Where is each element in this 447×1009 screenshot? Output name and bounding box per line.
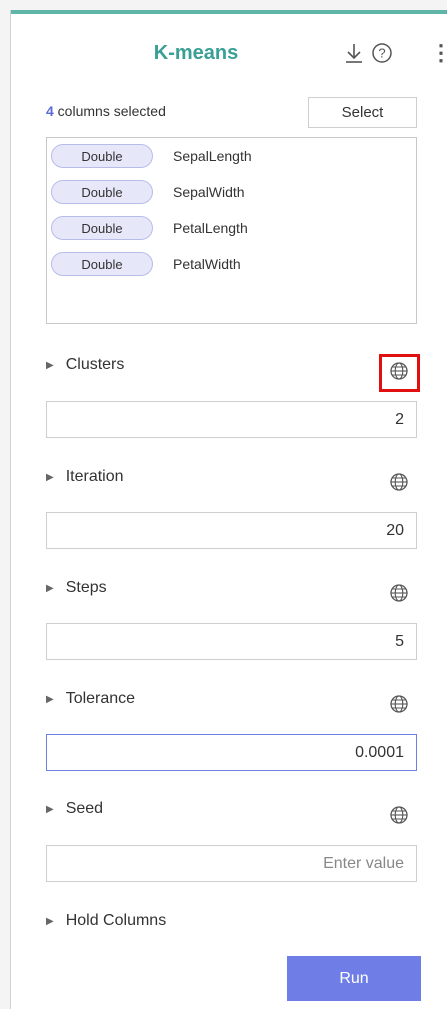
- column-name: PetalLength: [173, 220, 248, 236]
- tolerance-section-toggle[interactable]: ▶ Tolerance: [46, 690, 135, 708]
- columns-selected-count: 4 columns selected: [46, 103, 166, 119]
- svg-text:?: ?: [378, 46, 385, 61]
- column-type-badge: Double: [51, 216, 153, 240]
- help-icon[interactable]: ?: [371, 42, 393, 69]
- caret-right-icon: ▶: [46, 915, 54, 927]
- list-item: Double SepalLength: [51, 143, 252, 169]
- globe-icon[interactable]: [389, 694, 409, 719]
- tolerance-label: Tolerance: [65, 690, 136, 707]
- globe-icon[interactable]: [389, 583, 409, 608]
- hold-columns-label: Hold Columns: [65, 912, 167, 929]
- tolerance-input[interactable]: [46, 734, 417, 771]
- seed-input[interactable]: [46, 845, 417, 882]
- column-name: PetalWidth: [173, 256, 241, 272]
- panel-title: K-means: [153, 42, 239, 64]
- steps-section-toggle[interactable]: ▶ Steps: [46, 579, 107, 597]
- steps-input[interactable]: [46, 623, 417, 660]
- kmeans-panel: K-means ? ⋮ 4 columns selected Select Do…: [10, 10, 447, 1009]
- iteration-section-toggle[interactable]: ▶ Iteration: [46, 468, 124, 486]
- column-type-badge: Double: [51, 252, 153, 276]
- hold-columns-section-toggle[interactable]: ▶ Hold Columns: [46, 912, 166, 930]
- more-vertical-icon[interactable]: ⋮: [430, 40, 447, 66]
- caret-right-icon: ▶: [46, 693, 54, 705]
- caret-right-icon: ▶: [46, 359, 54, 371]
- caret-right-icon: ▶: [46, 582, 54, 594]
- list-item: Double PetalLength: [51, 215, 248, 241]
- column-name: SepalLength: [173, 148, 252, 164]
- download-icon[interactable]: [343, 42, 365, 69]
- columns-count-number: 4: [46, 103, 54, 119]
- column-type-badge: Double: [51, 180, 153, 204]
- seed-section-toggle[interactable]: ▶ Seed: [46, 800, 103, 818]
- caret-right-icon: ▶: [46, 471, 54, 483]
- highlight-box: [379, 354, 420, 392]
- list-item: Double PetalWidth: [51, 251, 241, 277]
- select-columns-button[interactable]: Select: [308, 97, 417, 128]
- run-button[interactable]: Run: [287, 956, 421, 1001]
- column-name: SepalWidth: [173, 184, 245, 200]
- clusters-section-toggle[interactable]: ▶ Clusters: [46, 356, 124, 374]
- steps-label: Steps: [65, 579, 107, 596]
- globe-icon[interactable]: [389, 805, 409, 830]
- clusters-label: Clusters: [65, 356, 125, 373]
- iteration-label: Iteration: [65, 468, 124, 485]
- columns-count-suffix: columns selected: [53, 103, 166, 119]
- clusters-input[interactable]: [46, 401, 417, 438]
- panel-top-border: [11, 10, 447, 14]
- seed-label: Seed: [65, 800, 104, 817]
- iteration-input[interactable]: [46, 512, 417, 549]
- selected-columns-list: Double SepalLength Double SepalWidth Dou…: [46, 137, 417, 324]
- caret-right-icon: ▶: [46, 803, 54, 815]
- column-type-badge: Double: [51, 144, 153, 168]
- list-item: Double SepalWidth: [51, 179, 245, 205]
- globe-icon[interactable]: [389, 472, 409, 497]
